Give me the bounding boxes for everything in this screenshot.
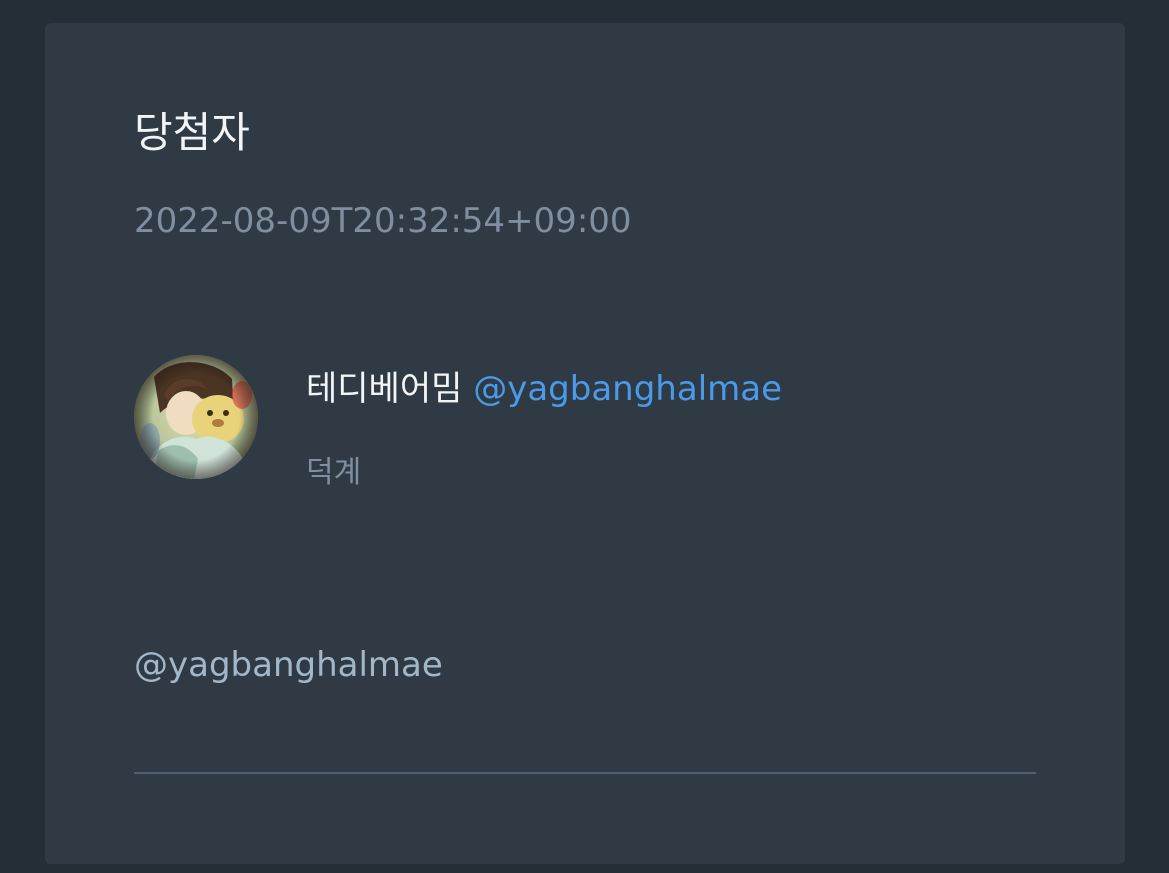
card-title: 당첨자 [134,108,250,157]
draw-timestamp: 2022-08-09T20:32:54+09:00 [134,201,632,241]
comment-text: @yagbanghalmae [134,645,443,685]
user-name-line: 테디베어밈 @yagbanghalmae [306,365,782,413]
winner-card: 당첨자 2022-08-09T20:32:54+09:00 테디베어밈 @yag… [45,23,1125,864]
user-avatar-image [134,355,258,479]
user-bio: 덕계 [306,455,362,490]
display-name: 테디베어밈 [306,369,463,409]
avatar[interactable] [134,355,258,479]
winner-profile: 테디베어밈 @yagbanghalmae 덕계 [134,355,1034,490]
divider [134,772,1036,774]
user-handle-link[interactable]: @yagbanghalmae [473,369,782,409]
